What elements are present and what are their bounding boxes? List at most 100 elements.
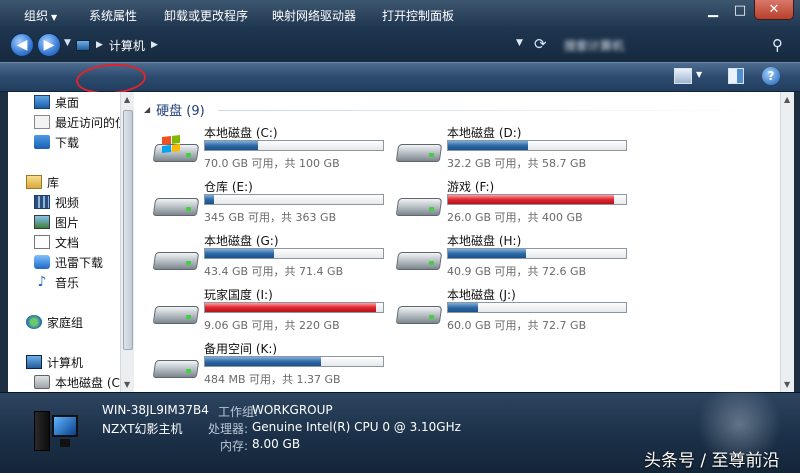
workgroup-value: WORKGROUP xyxy=(252,403,333,417)
scrollbar-thumb[interactable] xyxy=(123,110,133,350)
organize-menu[interactable]: 组织 ▼ xyxy=(24,7,57,24)
open-control-panel-button[interactable]: 打开控制面板 xyxy=(382,7,454,24)
search-input[interactable]: 搜索计算机 xyxy=(556,33,794,57)
search-placeholder: 搜索计算机 xyxy=(564,39,625,53)
drive-tile[interactable]: 仓库 (E:) 345 GB 可用，共 363 GB xyxy=(152,178,394,228)
drive-usage-bar xyxy=(447,302,627,313)
sidebar-item-label: 文档 xyxy=(55,235,80,250)
sidebar-item-xunlei-downloads[interactable]: 迅雷下载 xyxy=(34,252,103,272)
drive-capacity: 32.2 GB 可用，共 58.7 GB xyxy=(447,157,587,170)
close-icon: ✕ xyxy=(768,2,780,17)
address-dropdown-icon[interactable]: ▼ xyxy=(516,38,523,48)
collapse-triangle-icon[interactable]: ◢ xyxy=(144,105,150,114)
drive-usage-fill xyxy=(205,249,275,258)
drive-name: 仓库 (E:) xyxy=(204,180,253,194)
sidebar-item-homegroup[interactable]: 家庭组 xyxy=(26,312,83,332)
forward-button[interactable]: ▶ xyxy=(37,33,61,57)
drive-usage-fill xyxy=(448,249,527,258)
sidebar-item-music[interactable]: ♪ 音乐 xyxy=(34,272,79,292)
hard-disks-group-header[interactable]: ◢ 硬盘 (9) xyxy=(144,100,205,119)
search-icon[interactable]: ⚲ xyxy=(772,36,783,54)
uninstall-program-button[interactable]: 卸载或更改程序 xyxy=(164,7,248,24)
drive-usage-bar xyxy=(204,194,384,205)
organize-label: 组织 xyxy=(24,9,49,23)
drive-tile[interactable]: 本地磁盘 (G:) 43.4 GB 可用，共 71.4 GB xyxy=(152,232,394,282)
drive-usage-bar xyxy=(447,248,627,259)
address-bar[interactable]: ▶ 计算机 ▶ xyxy=(76,33,526,57)
maximize-button[interactable]: □ xyxy=(727,0,753,20)
hard-drive-icon xyxy=(152,246,200,272)
videos-icon xyxy=(34,195,50,209)
sidebar-item-computer[interactable]: 计算机 xyxy=(26,352,83,372)
arrow-left-icon: ◀ xyxy=(16,37,28,53)
drive-tile[interactable]: 本地磁盘 (C:) 70.0 GB 可用，共 100 GB xyxy=(152,124,394,174)
sidebar-item-label: 最近访问的位置 xyxy=(55,115,120,130)
sidebar-item-label: 库 xyxy=(47,175,60,190)
breadcrumb-computer[interactable]: 计算机 xyxy=(109,37,145,54)
scroll-down-icon[interactable]: ▼ xyxy=(124,380,130,389)
drive-tile[interactable]: 本地磁盘 (H:) 40.9 GB 可用，共 72.6 GB xyxy=(395,232,637,282)
drive-usage-fill xyxy=(448,195,615,204)
scroll-up-icon[interactable]: ▲ xyxy=(784,95,790,104)
sidebar-item-label: 家庭组 xyxy=(47,315,84,330)
computer-description: NZXT幻影主机 xyxy=(102,422,183,436)
processor-value: Genuine Intel(R) CPU 0 @ 3.10GHz xyxy=(252,420,461,434)
sidebar-item-local-disk-c[interactable]: 本地磁盘 (C:) xyxy=(34,372,120,392)
arrow-right-icon: ▶ xyxy=(43,37,55,53)
system-properties-button[interactable]: 系统属性 xyxy=(89,7,137,24)
navigation-scrollbar[interactable]: ▲ ▼ xyxy=(120,92,134,392)
memory-label: 内存: xyxy=(220,439,249,453)
map-network-drive-button[interactable]: 映射网络驱动器 xyxy=(272,7,356,24)
sidebar-item-label: 本地磁盘 (C:) xyxy=(55,375,120,390)
minimize-button[interactable]: ▁ xyxy=(700,0,726,20)
drive-name: 本地磁盘 (H:) xyxy=(447,234,522,248)
drive-name: 本地磁盘 (D:) xyxy=(447,126,522,140)
drive-tile[interactable]: 备用空间 (K:) 484 MB 可用，共 1.37 GB xyxy=(152,340,394,390)
refresh-icon[interactable]: ⟳ xyxy=(534,35,547,53)
pictures-icon xyxy=(34,215,50,229)
recent-places-icon xyxy=(34,115,50,129)
change-view-icon[interactable] xyxy=(674,68,692,84)
drive-usage-fill xyxy=(205,141,259,150)
scroll-down-icon[interactable]: ▼ xyxy=(784,380,790,389)
drive-capacity: 40.9 GB 可用，共 72.6 GB xyxy=(447,265,587,278)
downloads-icon xyxy=(34,135,50,149)
drive-tile[interactable]: 本地磁盘 (J:) 60.0 GB 可用，共 72.7 GB xyxy=(395,286,637,336)
hard-drive-icon xyxy=(395,300,443,326)
content-scrollbar[interactable]: ▲ ▼ xyxy=(780,92,794,392)
drive-tile[interactable]: 游戏 (F:) 26.0 GB 可用，共 400 GB xyxy=(395,178,637,228)
sidebar-item-pictures[interactable]: 图片 xyxy=(34,212,79,232)
drive-usage-fill xyxy=(448,303,479,312)
chevron-down-icon[interactable]: ▼ xyxy=(696,70,702,79)
watermark-text: 头条号 / 至尊前沿 xyxy=(644,451,780,471)
drive-usage-bar xyxy=(204,302,384,313)
breadcrumb-chevron-icon[interactable]: ▶ xyxy=(96,40,103,50)
hard-drive-icon xyxy=(395,246,443,272)
desktop-icon xyxy=(34,95,50,109)
close-button[interactable]: ✕ xyxy=(754,0,794,20)
preview-pane-icon[interactable] xyxy=(728,68,744,84)
hard-drive-icon xyxy=(152,300,200,326)
sidebar-item-videos[interactable]: 视频 xyxy=(34,192,79,212)
drive-usage-fill xyxy=(205,303,376,312)
hard-drive-icon xyxy=(395,192,443,218)
sidebar-item-desktop[interactable]: 桌面 xyxy=(34,92,79,112)
libraries-icon xyxy=(26,175,42,189)
recent-pages-dropdown[interactable]: ▼ xyxy=(64,38,71,48)
scroll-up-icon[interactable]: ▲ xyxy=(124,95,130,104)
drive-tile[interactable]: 玩家国度 (I:) 9.06 GB 可用，共 220 GB xyxy=(152,286,394,336)
drive-tile[interactable]: 本地磁盘 (D:) 32.2 GB 可用，共 58.7 GB xyxy=(395,124,637,174)
drive-capacity: 43.4 GB 可用，共 71.4 GB xyxy=(204,265,344,278)
breadcrumb-chevron-icon[interactable]: ▶ xyxy=(151,40,158,50)
drive-capacity: 60.0 GB 可用，共 72.7 GB xyxy=(447,319,587,332)
help-icon[interactable]: ? xyxy=(762,67,780,85)
sidebar-item-downloads[interactable]: 下载 xyxy=(34,132,79,152)
sidebar-item-documents[interactable]: 文档 xyxy=(34,232,79,252)
sidebar-item-label: 迅雷下载 xyxy=(55,255,104,270)
sidebar-item-label: 图片 xyxy=(55,215,80,230)
sidebar-item-recent-places[interactable]: 最近访问的位置 xyxy=(34,112,120,132)
drive-capacity: 484 MB 可用，共 1.37 GB xyxy=(204,373,341,386)
back-button[interactable]: ◀ xyxy=(10,33,34,57)
sidebar-item-libraries[interactable]: 库 xyxy=(26,172,59,192)
xunlei-icon xyxy=(34,255,50,269)
